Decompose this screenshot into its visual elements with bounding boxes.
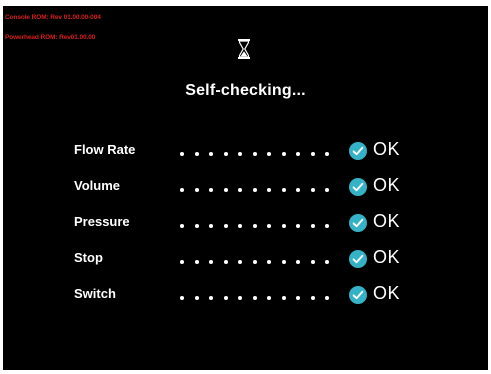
self-check-list: Flow Rate OK Volume OK Pressure OK Stop …: [74, 139, 434, 320]
check-label: Switch: [74, 286, 116, 301]
check-row-pressure: Pressure OK: [74, 211, 434, 248]
leader-dots: [180, 152, 329, 156]
check-label: Stop: [74, 250, 103, 265]
check-result: OK: [373, 247, 401, 267]
check-row-stop: Stop OK: [74, 247, 434, 284]
console-rom-version: Console ROM: Rev 01.00.00-004: [5, 14, 101, 21]
check-circle-icon: [349, 250, 367, 268]
check-row-switch: Switch OK: [74, 283, 434, 320]
check-label: Flow Rate: [74, 142, 136, 157]
check-circle-icon: [349, 178, 367, 196]
check-row-volume: Volume OK: [74, 175, 434, 212]
device-screen: Console ROM: Rev 01.00.00-004 Powerhead …: [3, 6, 488, 370]
leader-dots: [180, 260, 329, 264]
check-circle-icon: [349, 214, 367, 232]
leader-dots: [180, 188, 329, 192]
leader-dots: [180, 224, 329, 228]
check-result: OK: [373, 139, 401, 159]
self-checking-title: Self-checking...: [185, 82, 306, 99]
check-result: OK: [373, 283, 401, 303]
check-circle-icon: [349, 142, 367, 160]
hourglass-icon: [238, 39, 250, 59]
check-label: Volume: [74, 178, 120, 193]
check-result: OK: [373, 175, 401, 195]
check-label: Pressure: [74, 214, 130, 229]
check-row-flow-rate: Flow Rate OK: [74, 139, 434, 176]
check-result: OK: [373, 211, 401, 231]
leader-dots: [180, 296, 329, 300]
powerhead-rom-version: Powerhead ROM: Rev01.00.00: [5, 34, 96, 41]
check-circle-icon: [349, 286, 367, 304]
